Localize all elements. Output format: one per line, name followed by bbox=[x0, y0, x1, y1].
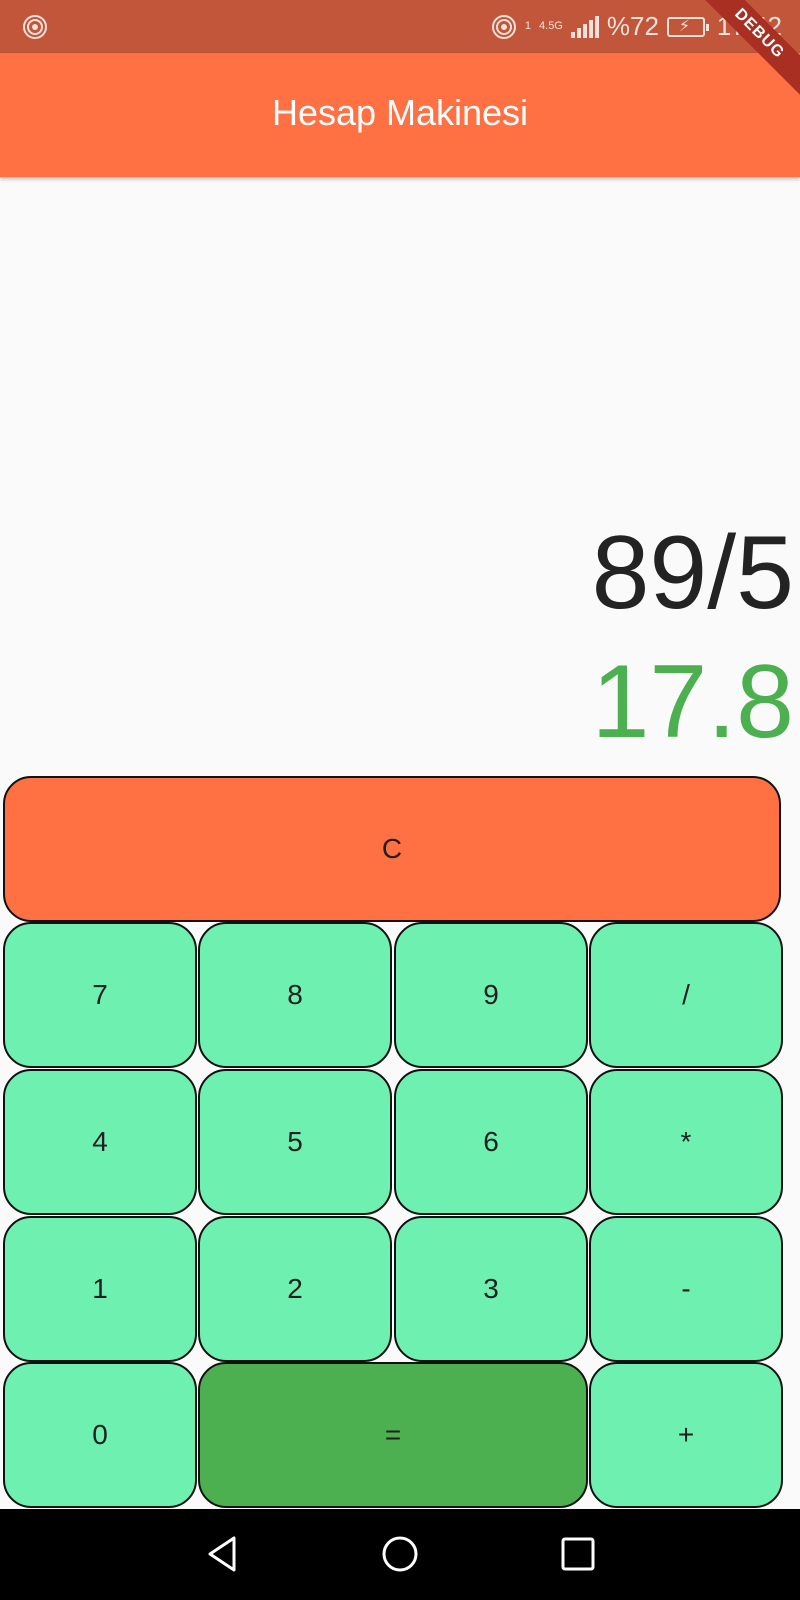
recents-square-icon[interactable] bbox=[555, 1531, 601, 1577]
status-bar: 1 4.5G %72 ⚡ 17:42 bbox=[0, 0, 800, 53]
hotspot-icon bbox=[491, 14, 516, 39]
navigation-bar bbox=[0, 1509, 800, 1600]
key-multiply[interactable]: * bbox=[589, 1069, 783, 1215]
key-0[interactable]: 0 bbox=[3, 1362, 197, 1508]
battery-percent: %72 bbox=[606, 11, 659, 41]
hotspot-icon bbox=[23, 15, 47, 39]
key-2[interactable]: 2 bbox=[198, 1216, 392, 1362]
page-title: Hesap Makinesi bbox=[271, 92, 529, 133]
app-bar: Hesap Makinesi bbox=[0, 53, 800, 177]
clear-button[interactable]: C bbox=[3, 776, 781, 922]
back-triangle-icon[interactable] bbox=[200, 1531, 246, 1577]
key-plus[interactable]: + bbox=[589, 1362, 783, 1508]
expression-display: 89/5 bbox=[591, 515, 794, 631]
battery-charging-icon: ⚡ bbox=[666, 16, 709, 37]
key-divide[interactable]: / bbox=[589, 922, 783, 1068]
network-type: 4.5G bbox=[539, 20, 563, 32]
key-6[interactable]: 6 bbox=[394, 1069, 588, 1215]
key-1[interactable]: 1 bbox=[3, 1216, 197, 1362]
key-3[interactable]: 3 bbox=[394, 1216, 588, 1362]
result-display: 17.8 bbox=[591, 644, 794, 760]
key-8[interactable]: 8 bbox=[198, 922, 392, 1068]
key-5[interactable]: 5 bbox=[198, 1069, 392, 1215]
key-7[interactable]: 7 bbox=[3, 922, 197, 1068]
home-circle-icon[interactable] bbox=[377, 1531, 423, 1577]
signal-icon bbox=[570, 15, 599, 38]
key-9[interactable]: 9 bbox=[394, 922, 588, 1068]
equals-button[interactable]: = bbox=[198, 1362, 588, 1508]
sim-index: 1 bbox=[524, 20, 532, 32]
key-minus[interactable]: - bbox=[589, 1216, 783, 1362]
key-4[interactable]: 4 bbox=[3, 1069, 197, 1215]
